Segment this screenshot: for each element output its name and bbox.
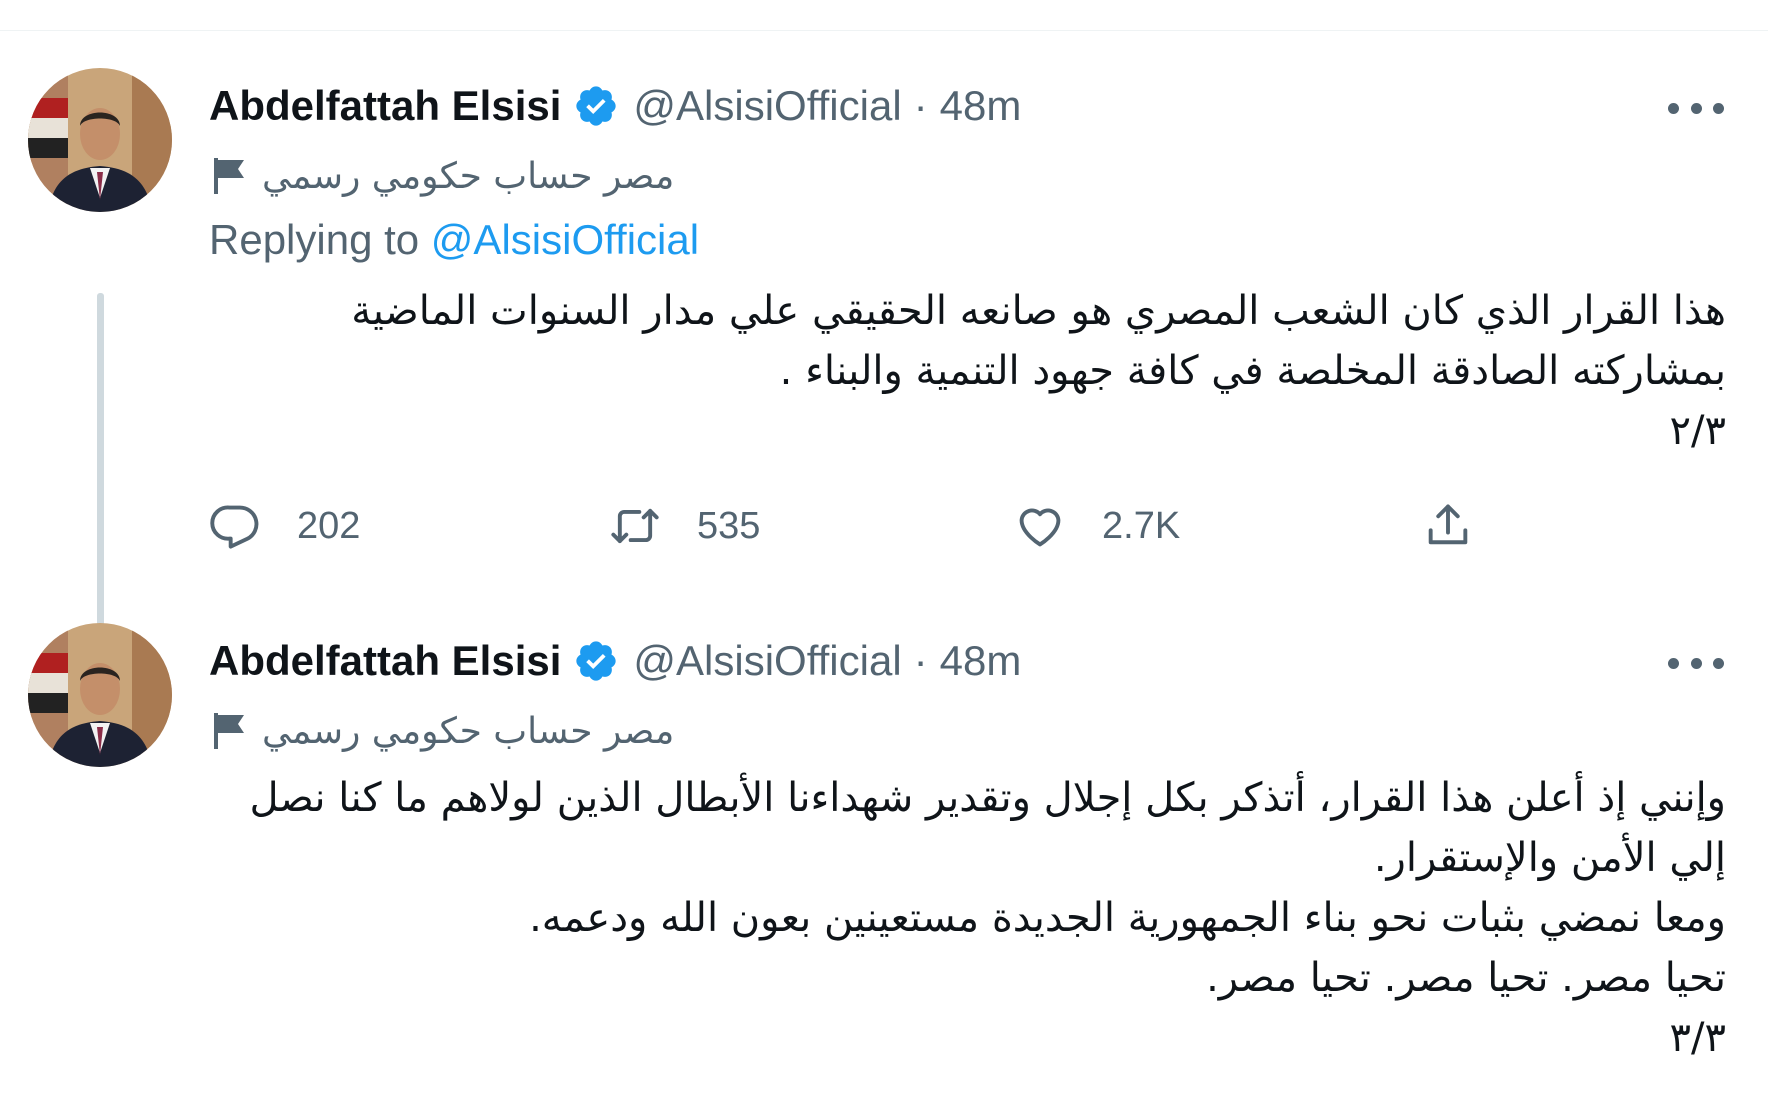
tweet-header: Abdelfattah Elsisi @AlsisiOfficial · 48m (209, 76, 1021, 136)
author-name[interactable]: Abdelfattah Elsisi (209, 637, 561, 685)
timestamp[interactable]: 48m (940, 637, 1022, 685)
account-label[interactable]: مصر حساب حكومي رسمي (212, 701, 674, 761)
replying-to: Replying to @AlsisiOfficial (209, 216, 699, 264)
government-account-label: مصر حساب حكومي رسمي (262, 155, 675, 197)
verified-badge-icon (573, 638, 619, 684)
tweet-text: هذا القرار الذي كان الشعب المصري هو صانع… (351, 288, 1726, 454)
author-handle[interactable]: @AlsisiOfficial (633, 82, 901, 130)
dot-icon (1690, 102, 1702, 114)
tweet-header: Abdelfattah Elsisi @AlsisiOfficial · 48m (209, 631, 1021, 691)
like-count: 2.7K (1102, 504, 1181, 547)
verified-badge-icon (573, 83, 619, 129)
thread-line (97, 293, 104, 678)
avatar[interactable] (28, 68, 172, 212)
dot-icon (1713, 102, 1724, 114)
dot-icon (1690, 657, 1702, 669)
share-button[interactable] (1422, 493, 1474, 559)
flag-icon (212, 156, 248, 196)
timestamp[interactable]: 48m (940, 82, 1022, 130)
flag-icon (212, 711, 248, 751)
like-button[interactable]: 2.7K (1014, 493, 1180, 559)
retweet-icon (611, 508, 659, 544)
account-label[interactable]: مصر حساب حكومي رسمي (212, 146, 674, 206)
reply-count: 202 (297, 504, 361, 547)
retweet-count: 535 (697, 504, 761, 547)
separator-dot: · (913, 637, 928, 684)
author-handle[interactable]: @AlsisiOfficial (633, 637, 901, 685)
dot-icon (1668, 102, 1679, 114)
replying-handle-link[interactable]: @AlsisiOfficial (431, 216, 699, 263)
more-options-button[interactable] (1668, 88, 1724, 128)
reply-button[interactable]: 202 (209, 493, 360, 559)
avatar[interactable] (28, 623, 172, 767)
tweet-actions: 202 535 2.7K (209, 493, 1509, 559)
more-options-button[interactable] (1668, 643, 1724, 683)
heart-icon (1019, 508, 1061, 547)
dot-icon (1713, 657, 1724, 669)
retweet-button[interactable]: 535 (609, 493, 760, 559)
share-icon (1428, 504, 1468, 545)
government-account-label: مصر حساب حكومي رسمي (262, 710, 675, 752)
tweet-text: وإنني إذ أعلن هذا القرار، أتذكر بكل إجلا… (249, 775, 1726, 1061)
top-divider (0, 30, 1768, 31)
separator-dot: · (913, 82, 928, 129)
replying-prefix: Replying to (209, 216, 420, 263)
dot-icon (1668, 657, 1679, 669)
reply-icon (210, 505, 259, 549)
author-name[interactable]: Abdelfattah Elsisi (209, 82, 561, 130)
